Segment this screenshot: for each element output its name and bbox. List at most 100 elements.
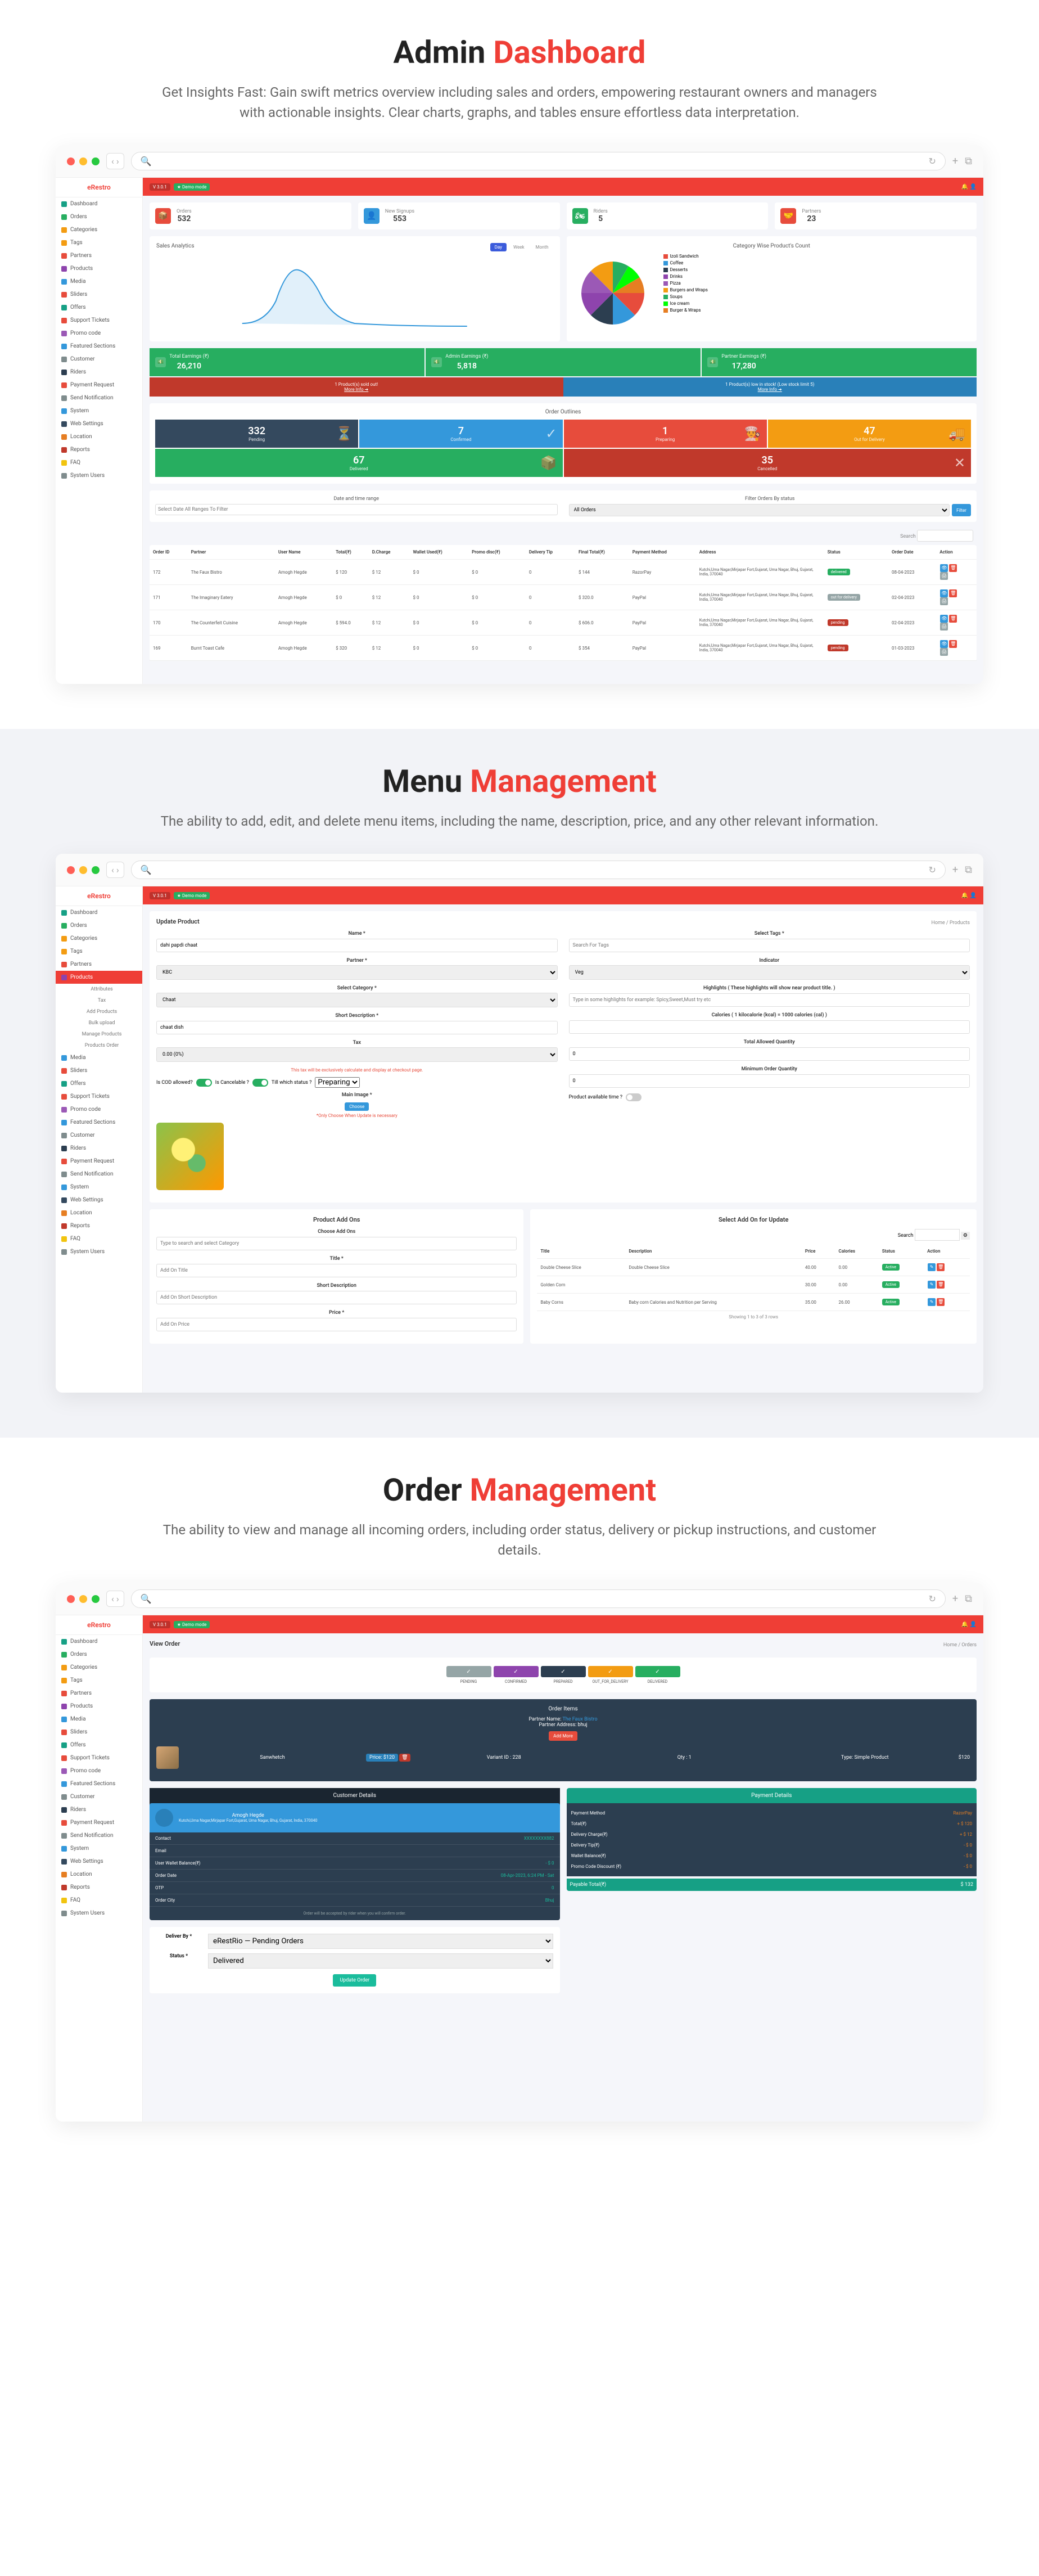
alert-link[interactable]: More Info ➜ [344, 387, 368, 392]
sidebar-item[interactable]: Web Settings [56, 1194, 142, 1206]
sidebar-item[interactable]: Send Notification [56, 391, 142, 404]
sidebar-item[interactable]: Payment Request [56, 379, 142, 391]
print-icon[interactable]: 🖨 [940, 648, 948, 656]
sidebar-item[interactable]: Featured Sections [56, 1116, 142, 1129]
min-dot[interactable] [79, 866, 87, 874]
outline-card[interactable]: 1Preparing👨‍🍳 [564, 420, 767, 448]
min-dot[interactable] [79, 1595, 87, 1603]
outline-card[interactable]: 67Delivered📦 [155, 449, 563, 477]
sidebar-item[interactable]: Promo code [56, 327, 142, 340]
sidebar-item[interactable]: FAQ [56, 1894, 142, 1907]
sidebar-item[interactable]: Dashboard [56, 1635, 142, 1648]
partner-select[interactable]: KBC [156, 965, 558, 980]
sidebar-item[interactable]: Web Settings [56, 1855, 142, 1868]
max-dot[interactable] [92, 1595, 100, 1603]
min-dot[interactable] [79, 157, 87, 165]
desc-input[interactable] [156, 1021, 558, 1034]
refresh-icon[interactable]: ↻ [929, 156, 936, 166]
delete-icon[interactable]: 🗑 [949, 615, 957, 623]
sidebar-item[interactable]: Riders [56, 1142, 142, 1155]
nav-arrows[interactable]: ‹› [106, 862, 124, 878]
add-icon[interactable]: + [952, 155, 958, 167]
sidebar-item[interactable]: Support Tickets [56, 1090, 142, 1103]
deliver-select[interactable]: eRestRio — Pending Orders [208, 1934, 553, 1949]
chart-tab[interactable]: Week [509, 243, 529, 251]
view-icon[interactable]: 👁 [940, 640, 948, 648]
addon-price-input[interactable] [156, 1318, 517, 1331]
user-icon[interactable]: 👤 [970, 184, 977, 190]
sidebar-item[interactable]: Media [56, 1051, 142, 1064]
outline-card[interactable]: 47Out for Delivery🚚 [768, 420, 971, 448]
sidebar-item[interactable]: Support Tickets [56, 314, 142, 327]
max-dot[interactable] [92, 157, 100, 165]
user-icon[interactable]: 👤 [970, 893, 977, 899]
sidebar-item[interactable]: Tags [56, 236, 142, 249]
highlights-input[interactable] [569, 993, 970, 1007]
toolbar-icon[interactable]: ⚙ [961, 1232, 970, 1240]
th[interactable]: Address [696, 545, 824, 560]
delete-icon[interactable]: 🗑 [949, 564, 957, 572]
sidebar-item[interactable]: System Users [56, 1245, 142, 1258]
search-input[interactable] [917, 530, 973, 542]
sidebar-item[interactable]: Categories [56, 223, 142, 236]
sidebar-item[interactable]: Support Tickets [56, 1751, 142, 1764]
sidebar-item[interactable]: Partners [56, 249, 142, 262]
sidebar-subitem[interactable]: Add Products [56, 1006, 142, 1017]
sidebar-item[interactable]: Offers [56, 301, 142, 314]
chart-tab[interactable]: Month [531, 243, 553, 251]
sidebar-subitem[interactable]: Attributes [56, 984, 142, 995]
sidebar-item[interactable]: Promo code [56, 1103, 142, 1116]
till-select[interactable]: Preparing [315, 1077, 360, 1088]
edit-icon[interactable]: ✎ [928, 1281, 936, 1289]
calories-input[interactable] [569, 1020, 970, 1034]
bell-icon[interactable]: 🔔 [961, 893, 968, 899]
sidebar-item[interactable]: Send Notification [56, 1829, 142, 1842]
sidebar-item[interactable]: Categories [56, 1661, 142, 1674]
sidebar-item[interactable]: Reports [56, 1881, 142, 1894]
sidebar-item[interactable]: Payment Request [56, 1816, 142, 1829]
update-button[interactable]: Update Order [333, 1974, 376, 1987]
th[interactable]: Price [802, 1244, 835, 1259]
refresh-icon[interactable]: ↻ [929, 864, 936, 875]
sidebar-subitem[interactable]: Products Order [56, 1040, 142, 1051]
sidebar-item[interactable]: Location [56, 430, 142, 443]
addon-title-input[interactable] [156, 1264, 517, 1277]
th[interactable]: Order Date [888, 545, 936, 560]
outline-card[interactable]: 7Confirmed✓ [359, 420, 562, 448]
minqty-input[interactable] [569, 1074, 970, 1088]
th[interactable]: Partner [188, 545, 275, 560]
sidebar-item[interactable]: Partners [56, 958, 142, 971]
chart-tab[interactable]: Day [490, 243, 507, 251]
sidebar-item[interactable]: Tags [56, 945, 142, 958]
delete-icon[interactable]: 🗑 [937, 1298, 945, 1306]
sidebar-item[interactable]: Reports [56, 443, 142, 456]
breadcrumb[interactable]: Home / Orders [943, 1640, 977, 1653]
close-dot[interactable] [67, 1595, 75, 1603]
view-icon[interactable]: 👁 [940, 564, 948, 572]
sidebar-subitem[interactable]: Manage Products [56, 1029, 142, 1040]
addon-desc-input[interactable] [156, 1291, 517, 1304]
sidebar-item[interactable]: Offers [56, 1077, 142, 1090]
sidebar-item[interactable]: Media [56, 1713, 142, 1726]
filter-button[interactable]: Filter [952, 504, 971, 516]
sidebar-item[interactable]: Reports [56, 1219, 142, 1232]
th[interactable]: Action [924, 1244, 970, 1259]
cat-select[interactable]: Chaat [156, 993, 558, 1007]
th[interactable]: Total(₹) [332, 545, 369, 560]
delete-icon[interactable]: 🗑 [949, 589, 957, 597]
copy-icon[interactable]: ⧉ [965, 1593, 972, 1605]
sidebar-item[interactable]: Featured Sections [56, 1777, 142, 1790]
qty-input[interactable] [569, 1047, 970, 1061]
addon-search[interactable] [915, 1229, 960, 1241]
view-icon[interactable]: 👁 [940, 589, 948, 597]
avail-toggle[interactable] [626, 1093, 642, 1101]
add-icon[interactable]: + [952, 864, 958, 876]
copy-icon[interactable]: ⧉ [965, 864, 972, 876]
indicator-select[interactable]: Veg [569, 965, 970, 980]
th[interactable]: D.Charge [369, 545, 410, 560]
sidebar-item[interactable]: Media [56, 275, 142, 288]
print-icon[interactable]: 🖨 [940, 597, 948, 605]
delete-icon[interactable]: 🗑 [937, 1281, 945, 1289]
bell-icon[interactable]: 🔔 [961, 1622, 968, 1628]
cod-toggle[interactable] [196, 1079, 212, 1087]
